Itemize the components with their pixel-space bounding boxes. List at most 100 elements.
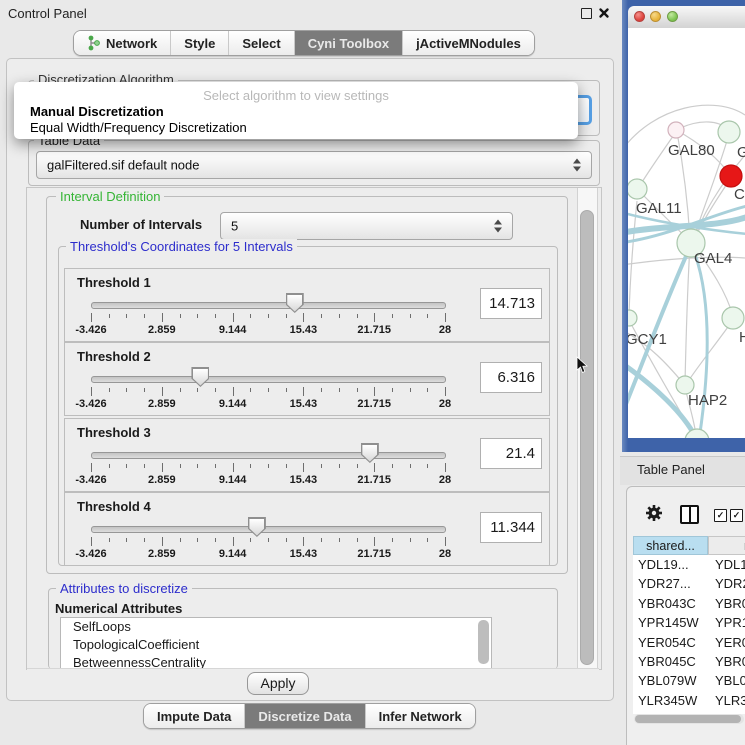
close-traffic-light-icon[interactable] [634,11,645,22]
numerical-attributes-label: Numerical Attributes [55,601,182,616]
network-node[interactable] [628,179,647,199]
tab-label: Discretize Data [258,709,351,724]
list-scrollbar-thumb[interactable] [478,620,489,664]
split-columns-icon[interactable] [680,505,699,524]
table-panel-title: Table Panel [637,462,705,477]
tab-label: Select [242,36,280,51]
slider-tick-labels: -3.4262.8599.14415.4321.71528 [91,398,445,410]
threshold-4-slider-track[interactable] [91,526,446,533]
tab-jactivemnodules[interactable]: jActiveMNodules [402,31,534,55]
threshold-label: Threshold 4 [77,499,151,514]
tab-network[interactable]: Network [74,31,170,55]
slider-tick-labels: -3.4262.8599.14415.4321.71528 [91,324,445,336]
column-header-shared-name[interactable]: shared... [633,536,708,555]
table-row[interactable]: YBL079WYBL0 [633,671,745,690]
threshold-2-panel: Threshold 2 -3.4262.8599.14415.4321.7152… [64,342,550,416]
number-of-intervals-select[interactable]: 5 [220,212,513,240]
mouse-cursor [576,356,589,374]
network-canvas[interactable]: GAL80GACGAL11GAL4GCY1HHAP2 [628,28,745,438]
checkbox-icon[interactable]: ✓ [730,509,743,522]
minimize-traffic-light-icon[interactable] [650,11,661,22]
table-row[interactable]: YBR043CYBR0 [633,594,745,613]
network-window-titlebar[interactable] [628,6,745,29]
node-label: GCY1 [628,331,667,348]
table-horizontal-scrollbar[interactable] [634,714,744,724]
threshold-4-panel: Threshold 4 -3.4262.8599.14415.4321.7152… [64,492,550,566]
table-row[interactable]: YDL19...YDL1 [633,555,745,574]
tab-label: Infer Network [379,709,462,724]
node-label: GAL4 [694,250,732,267]
threshold-2-slider-track[interactable] [91,376,446,383]
apply-button[interactable]: Apply [247,672,309,695]
table-row[interactable]: YER054CYER0 [633,633,745,652]
threshold-4-slider-thumb[interactable] [248,517,266,537]
node-table: shared... na YDL19...YDL1YDR27...YDR2YBR… [633,536,745,714]
node-label: H [739,329,745,346]
table-row[interactable]: YLR345WYLR3 [633,691,745,710]
tab-label: Impute Data [157,709,231,724]
threshold-1-panel: Threshold 1 -3.4262.8599.14415.4321.7152… [64,268,550,342]
list-item[interactable]: SelfLoops [61,618,491,636]
tab-label: Network [106,36,157,51]
network-edge[interactable] [687,320,733,383]
control-panel-tabs: Network Style Select Cyni Toolbox jActiv… [73,30,535,56]
threshold-3-value-field[interactable]: 21.4 [480,438,542,469]
checkbox-icon[interactable]: ✓ [714,509,727,522]
network-node[interactable] [628,310,637,326]
app-window: Control Panel Network Style Select Cyni … [0,0,745,745]
tab-label: Cyni Toolbox [308,36,389,51]
combo-stepper-icon [573,159,582,172]
threshold-3-slider-track[interactable] [91,452,446,459]
numerical-attributes-list[interactable]: SelfLoopsTopologicalCoefficientBetweenne… [60,617,492,670]
table-data-select[interactable]: galFiltered.sif default node [36,151,592,179]
zoom-traffic-light-icon[interactable] [667,11,678,22]
gear-icon[interactable] [645,504,663,522]
tab-cyni-toolbox[interactable]: Cyni Toolbox [294,31,402,55]
network-edge[interactable] [692,246,707,438]
threshold-1-slider-track[interactable] [91,302,446,309]
float-panel-icon[interactable] [581,8,592,19]
thresholds-group: Threshold 1 -3.4262.8599.14415.4321.7152… [58,246,558,566]
threshold-label: Threshold 3 [77,425,151,440]
node-label: C [734,186,745,203]
tab-select[interactable]: Select [228,31,293,55]
apply-strip [27,668,599,699]
table-horizontal-scrollbar-thumb[interactable] [635,715,741,723]
threshold-2-slider-thumb[interactable] [191,367,209,387]
network-edge[interactable] [629,201,637,316]
slider-tick-labels: -3.4262.8599.14415.4321.71528 [91,474,445,486]
list-item[interactable]: TopologicalCoefficient [61,636,491,654]
network-edge[interactable] [685,245,690,383]
threshold-2-value-field[interactable]: 6.316 [480,362,542,393]
tab-style[interactable]: Style [170,31,228,55]
network-node[interactable] [668,122,684,138]
threshold-1-slider-thumb[interactable] [286,293,304,313]
algorithm-dropdown-popup: Select algorithm to view settings Manual… [14,82,578,139]
table-row[interactable]: YDR27...YDR2 [633,574,745,593]
vertical-scrollbar-thumb[interactable] [580,210,594,665]
threshold-1-value-field[interactable]: 14.713 [480,288,542,319]
tab-infer-network[interactable]: Infer Network [365,704,475,728]
cyni-mode-tabs: Impute Data Discretize Data Infer Networ… [143,703,476,729]
network-node[interactable] [720,165,742,187]
dropdown-option-manual-discretization[interactable]: Manual Discretization [14,104,578,120]
table-row[interactable]: YPR145WYPR1 [633,613,745,632]
network-node[interactable] [722,307,744,329]
network-node[interactable] [718,121,740,143]
network-node[interactable] [685,429,709,438]
close-icon[interactable] [598,7,610,19]
threshold-label: Threshold 2 [77,349,151,364]
threshold-4-value-field[interactable]: 11.344 [480,512,542,543]
node-label: GAL11 [636,200,682,217]
tab-discretize-data[interactable]: Discretize Data [244,704,364,728]
threshold-3-slider-thumb[interactable] [361,443,379,463]
tab-impute-data[interactable]: Impute Data [144,704,244,728]
threshold-3-panel: Threshold 3 -3.4262.8599.14415.4321.7152… [64,418,550,492]
table-row[interactable]: YBR045CYBR0 [633,652,745,671]
slider-tick-labels: -3.4262.8599.14415.4321.71528 [91,548,445,560]
column-header-name[interactable]: na [708,536,745,555]
network-edge[interactable] [639,132,676,187]
dropdown-option-equal-width-frequency[interactable]: Equal Width/Frequency Discretization [14,120,578,136]
slider-ticks [91,387,445,397]
slider-ticks [91,463,445,473]
